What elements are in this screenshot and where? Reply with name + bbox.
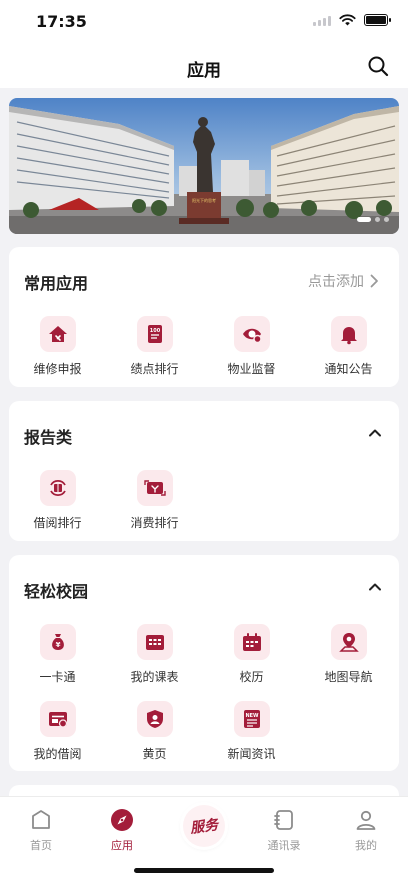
- app-label: 维修申报: [33, 362, 82, 376]
- borrow-rank-icon: [39, 470, 76, 506]
- app-label: 通知公告: [324, 362, 373, 376]
- app-repair[interactable]: 维修申报: [9, 316, 106, 377]
- add-app-label: 点击添加: [308, 274, 364, 290]
- spending-rank-icon: [136, 470, 173, 506]
- app-calendar[interactable]: 校历: [203, 624, 300, 685]
- app-timetable[interactable]: 我的课表: [106, 624, 203, 685]
- tab-label: 应用: [111, 839, 133, 852]
- chevron-right-icon: [370, 274, 378, 288]
- app-gpa-rank[interactable]: 100 绩点排行: [106, 316, 203, 377]
- nav-bar: 应用: [0, 44, 408, 88]
- tab-mine[interactable]: 我的: [336, 807, 396, 853]
- tab-contacts[interactable]: 通讯录: [254, 807, 314, 853]
- svg-text:NEW: NEW: [245, 713, 259, 719]
- search-icon[interactable]: [366, 54, 390, 78]
- notification-bell-icon: [330, 316, 367, 352]
- section-title: 报告类: [24, 428, 73, 447]
- news-icon: NEW: [233, 701, 270, 737]
- campus-banner[interactable]: 阳光下的思考: [9, 98, 399, 234]
- status-bar: 17:35: [0, 0, 408, 44]
- tab-label: 我的: [355, 839, 377, 852]
- svg-text:¥: ¥: [55, 641, 60, 649]
- status-icons: [313, 14, 391, 26]
- app-borrow-rank[interactable]: 借阅排行: [9, 470, 106, 531]
- my-borrow-icon: [39, 701, 76, 737]
- address-book-icon: [271, 807, 297, 833]
- pager-dot[interactable]: [375, 217, 380, 222]
- app-yellow-pages[interactable]: 黄页: [106, 701, 203, 762]
- svg-text:100: 100: [149, 328, 160, 334]
- app-spending-rank[interactable]: 消费排行: [106, 470, 203, 531]
- wifi-icon: [339, 14, 356, 26]
- cellular-signal-icon: [313, 15, 331, 26]
- app-property-supervision[interactable]: 物业监督: [203, 316, 300, 377]
- pager-dot-active[interactable]: [357, 217, 371, 222]
- banner-image: 阳光下的思考: [9, 98, 399, 234]
- service-button[interactable]: 服务: [183, 805, 225, 847]
- calendar-icon: [233, 624, 270, 660]
- person-icon: [353, 807, 379, 833]
- tab-label: 通讯录: [267, 839, 301, 852]
- app-label: 消费排行: [130, 516, 179, 530]
- repair-house-icon: [39, 316, 76, 352]
- home-indicator: [134, 868, 274, 873]
- home-icon: [28, 807, 54, 833]
- map-pin-icon: [330, 624, 367, 660]
- app-label: 我的课表: [130, 670, 179, 684]
- page-title: 应用: [187, 61, 221, 81]
- section-title: 常用应用: [24, 274, 89, 293]
- chevron-up-icon[interactable]: [367, 579, 383, 595]
- compass-icon: [109, 807, 135, 833]
- supervision-eye-icon: [233, 316, 270, 352]
- tab-home[interactable]: 首页: [11, 807, 71, 853]
- reports-card: 报告类 借阅排行 消费排行: [9, 401, 399, 541]
- pager-dot[interactable]: [384, 217, 389, 222]
- tab-bar: 首页 应用 服务 通讯录 我的: [0, 796, 408, 883]
- app-notice[interactable]: 通知公告: [300, 316, 397, 377]
- app-map-navigation[interactable]: 地图导航: [300, 624, 397, 685]
- app-news[interactable]: NEW 新闻资讯: [203, 701, 300, 762]
- banner-pager[interactable]: [357, 217, 389, 222]
- yellow-pages-icon: [136, 701, 173, 737]
- tab-apps[interactable]: 应用: [92, 807, 152, 853]
- chevron-up-icon[interactable]: [367, 425, 383, 441]
- app-label: 一卡通: [39, 670, 76, 684]
- app-label: 借阅排行: [33, 516, 82, 530]
- statue-plaque: 阳光下的思考: [192, 197, 216, 203]
- battery-icon: [364, 14, 391, 26]
- frequent-apps-card: 常用应用 点击添加 维修申报 100 绩点排行 物业监督 通知公告: [9, 247, 399, 387]
- tab-label: 首页: [30, 839, 52, 852]
- service-label: 服务: [189, 817, 220, 837]
- app-label: 校历: [239, 670, 264, 684]
- app-campus-card[interactable]: ¥ 一卡通: [9, 624, 106, 685]
- app-label: 新闻资讯: [227, 747, 276, 761]
- app-my-borrow[interactable]: 我的借阅: [9, 701, 106, 762]
- app-label: 我的借阅: [33, 747, 82, 761]
- status-time: 17:35: [36, 12, 87, 31]
- gpa-document-icon: 100: [136, 316, 173, 352]
- app-label: 地图导航: [324, 670, 373, 684]
- app-label: 黄页: [142, 747, 167, 761]
- section-title: 轻松校园: [24, 582, 89, 601]
- app-label: 绩点排行: [130, 362, 179, 376]
- campus-card: 轻松校园 ¥ 一卡通 我的课表 校历 地图导航 我的借阅 黄页 NEW 新闻资讯: [9, 555, 399, 771]
- add-app-link[interactable]: 点击添加: [308, 271, 379, 291]
- app-label: 物业监督: [227, 362, 276, 376]
- timetable-icon: [136, 624, 173, 660]
- money-bag-icon: ¥: [39, 624, 76, 660]
